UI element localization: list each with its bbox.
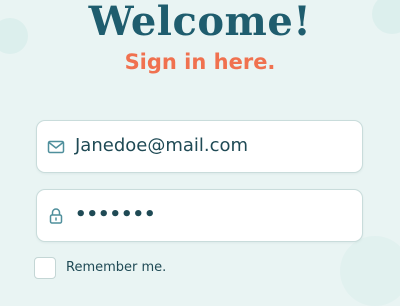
lock-icon bbox=[47, 207, 65, 225]
remember-me-checkbox[interactable] bbox=[34, 257, 56, 279]
mail-icon bbox=[47, 138, 65, 156]
page-subtitle: Sign in here. bbox=[124, 50, 276, 74]
background-decoration bbox=[340, 236, 400, 306]
page-title: Welcome! bbox=[88, 0, 312, 45]
password-input[interactable]: ••••••• bbox=[75, 190, 156, 240]
password-field[interactable]: ••••••• bbox=[36, 189, 363, 242]
email-input[interactable]: Janedoe@mail.com bbox=[75, 121, 248, 171]
remember-me-label[interactable]: Remember me. bbox=[66, 259, 166, 277]
email-field[interactable]: Janedoe@mail.com bbox=[36, 120, 363, 173]
